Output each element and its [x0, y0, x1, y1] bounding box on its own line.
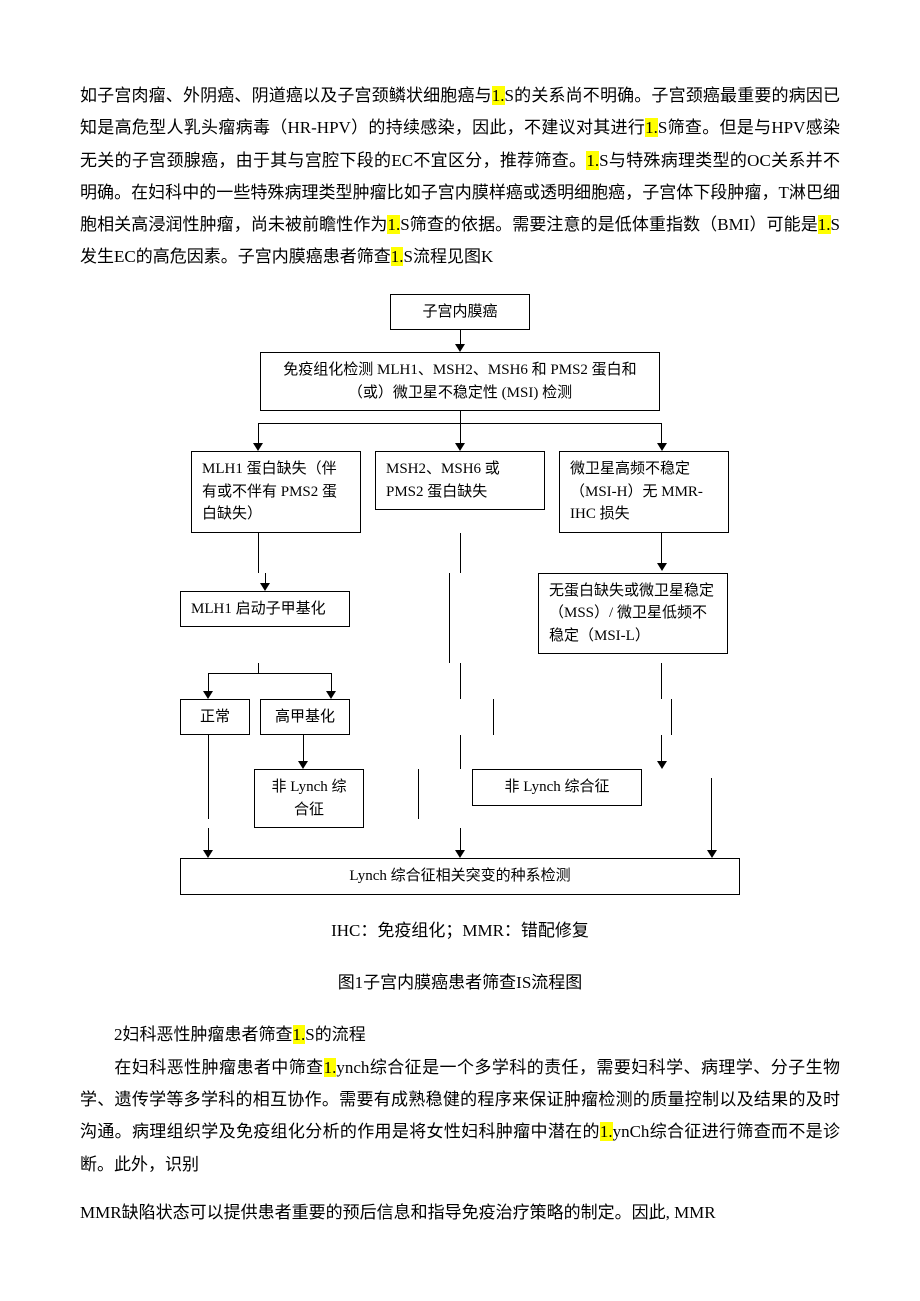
section-2-title: 2妇科恶性肿瘤患者筛查1.S的流程	[80, 1019, 840, 1051]
highlight: 1.	[818, 215, 831, 234]
flowchart: 子宫内膜癌 免疫组化检测 MLH1、MSH2、MSH6 和 PMS2 蛋白和（或…	[180, 294, 740, 895]
node-germline-test: Lynch 综合征相关突变的种系检测	[180, 858, 740, 895]
text: 在妇科恶性肿瘤患者中筛查	[114, 1058, 324, 1077]
node-msh-loss: MSH2、MSH6 或 PMS2 蛋白缺失	[375, 451, 545, 510]
highlight: 1.	[645, 118, 658, 137]
node-mss-msi-l: 无蛋白缺失或微卫星稳定（MSS）/ 微卫星低频不稳定（MSI-L）	[538, 573, 728, 655]
highlight: 1.	[324, 1058, 337, 1077]
text: MMR缺陷状态可以提供患者重要的预后信息和指导免疫治疗策略的制定。因此, MMR	[80, 1203, 716, 1222]
highlight: 1.	[387, 215, 400, 234]
node-mlh1-loss: MLH1 蛋白缺失（伴有或不伴有 PMS2 蛋白缺失）	[191, 451, 361, 533]
flowchart-legend: IHC：免疫组化；MMR：错配修复	[80, 915, 840, 947]
highlight: 1.	[492, 86, 505, 105]
node-non-lynch-1: 非 Lynch 综合征	[254, 769, 364, 828]
highlight: 1.	[586, 151, 599, 170]
paragraph-1: 如子宫肉瘤、外阴癌、阴道癌以及子宫颈鳞状细胞癌与1.S的关系尚不明确。子宫颈癌最…	[80, 80, 840, 274]
paragraph-3: MMR缺陷状态可以提供患者重要的预后信息和指导免疫治疗策略的制定。因此, MMR	[80, 1197, 840, 1229]
node-mlh1-methylation: MLH1 启动子甲基化	[180, 591, 350, 628]
node-msi-h: 微卫星高频不稳定（MSI-H）无 MMR-IHC 损失	[559, 451, 729, 533]
node-ihc-msi-test: 免疫组化检测 MLH1、MSH2、MSH6 和 PMS2 蛋白和（或）微卫星不稳…	[260, 352, 660, 411]
text: 2妇科恶性肿瘤患者筛查	[114, 1025, 293, 1044]
text: S筛查的依据。需要注意的是低体重指数（BMI）可能是	[400, 215, 818, 234]
node-hypermethylation: 高甲基化	[260, 699, 350, 736]
text: 如子宫肉瘤、外阴癌、阴道癌以及子宫颈鳞状细胞癌与	[80, 86, 492, 105]
node-non-lynch-2: 非 Lynch 综合征	[472, 769, 642, 806]
figure-caption: 图1子宫内膜癌患者筛查IS流程图	[80, 967, 840, 999]
highlight: 1.	[600, 1122, 613, 1141]
text: S的流程	[305, 1025, 365, 1044]
highlight: 1.	[391, 247, 404, 266]
node-endometrial-cancer: 子宫内膜癌	[390, 294, 530, 331]
paragraph-2: 在妇科恶性肿瘤患者中筛查1.ynch综合征是一个多学科的责任，需要妇科学、病理学…	[80, 1052, 840, 1181]
highlight: 1.	[293, 1025, 306, 1044]
text: S流程见图K	[403, 247, 493, 266]
node-normal: 正常	[180, 699, 250, 736]
